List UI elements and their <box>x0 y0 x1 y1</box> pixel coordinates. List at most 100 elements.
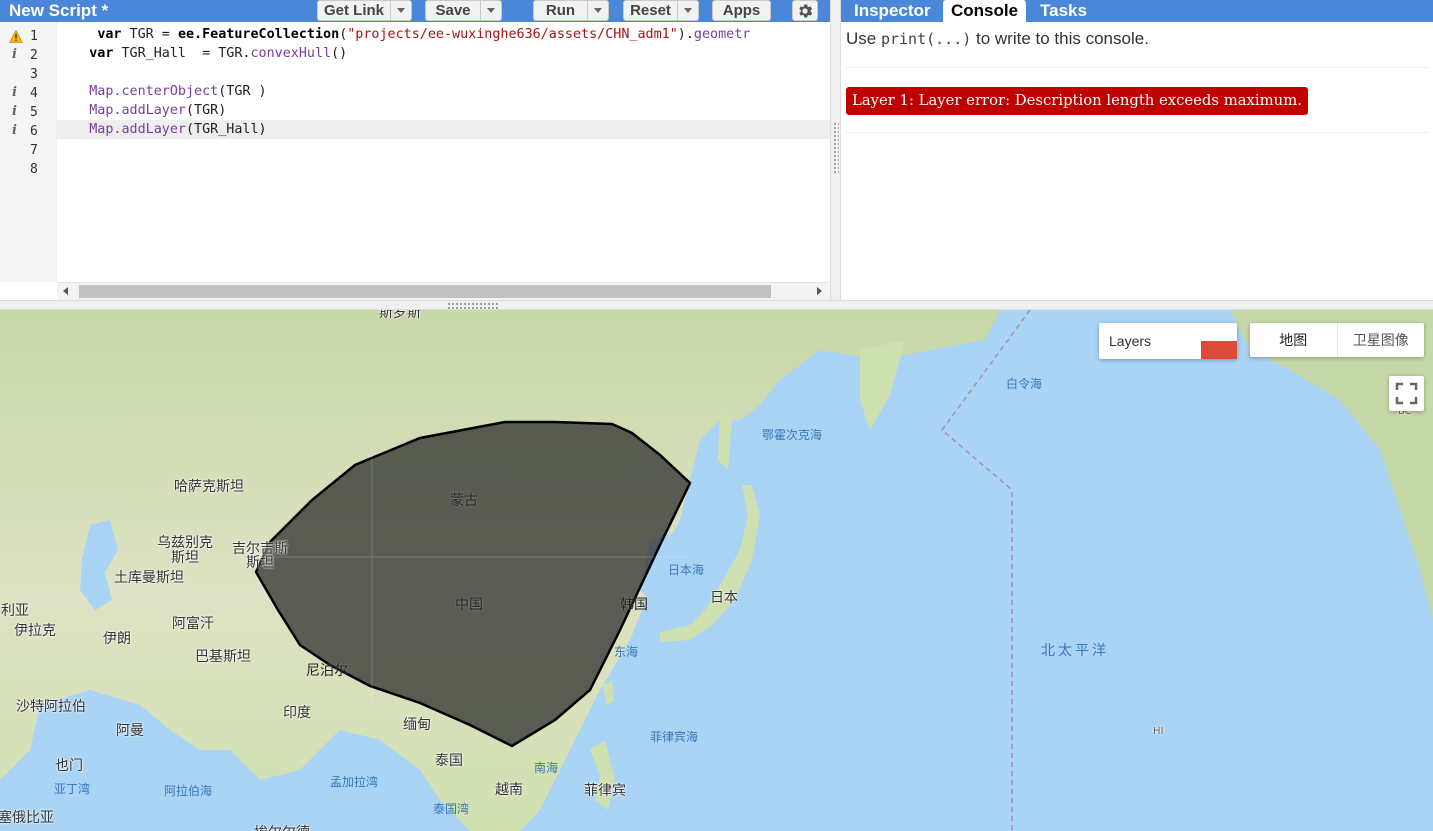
code-line[interactable] <box>57 63 830 82</box>
layers-label: Layers <box>1109 333 1152 349</box>
code-token: TGR = <box>121 27 178 42</box>
chevron-down-icon <box>684 8 692 13</box>
map-label-pakistan: 巴基斯坦 <box>195 649 251 665</box>
map-label-north-pacific: 北太平洋 <box>1041 643 1109 659</box>
scroll-right-icon[interactable] <box>817 287 822 295</box>
scrollbar-thumb[interactable] <box>79 285 771 298</box>
code-line[interactable]: Map.addLayer(TGR_Hall) <box>57 120 830 139</box>
gutter-line: 8 <box>0 160 56 179</box>
map-background <box>0 310 1433 831</box>
reset-button[interactable]: Reset <box>623 0 699 21</box>
gutter-line: 3 <box>0 65 56 84</box>
code-token: ). <box>677 27 694 42</box>
get-link-label: Get Link <box>323 2 384 19</box>
layers-control[interactable]: Layers <box>1099 323 1237 359</box>
fullscreen-icon <box>1395 382 1418 405</box>
map-label-sea-of-okhotsk: 鄂霍次克海 <box>762 428 823 442</box>
apps-button[interactable]: Apps <box>712 0 771 21</box>
apps-label: Apps <box>722 2 761 19</box>
splitter-grip-icon <box>833 122 839 174</box>
tab-inspector[interactable]: Inspector <box>846 0 939 22</box>
map-type-control: 地图 卫星图像 <box>1250 323 1424 357</box>
code-line[interactable]: Map.centerObject(TGR ) <box>57 82 830 101</box>
chevron-down-icon <box>594 8 602 13</box>
line-number: 8 <box>30 162 38 177</box>
line-number: 2 <box>30 48 38 63</box>
map-label-kazakhstan: 哈萨克斯坦 <box>174 479 244 495</box>
code-token: "projects/ee-wuxinghe636/assets/CHN_adm1… <box>347 27 678 42</box>
map-label-gulf-of-aden: 亚丁湾 <box>54 782 91 796</box>
gutter-line: i5 <box>0 103 56 122</box>
code-editor[interactable]: 1i23i4i5i678 var TGR = ee.FeatureCollect… <box>0 22 830 300</box>
info-icon[interactable]: i <box>12 123 17 138</box>
code-area[interactable]: var TGR = ee.FeatureCollection("projects… <box>57 22 830 282</box>
info-icon[interactable]: i <box>12 104 17 119</box>
map-label-ethiopia: 塞俄比亚 <box>0 810 54 826</box>
code-line[interactable]: var TGR = ee.FeatureCollection("projects… <box>57 25 830 44</box>
save-dropdown[interactable] <box>480 1 501 20</box>
reset-dropdown[interactable] <box>677 1 698 20</box>
get-link-button[interactable]: Get Link <box>317 0 412 21</box>
run-button[interactable]: Run <box>533 0 609 21</box>
code-token: (TGR_Hall) <box>186 122 267 137</box>
gutter-line: 1 <box>0 27 56 46</box>
console-hint: Use print(...) to write to this console. <box>846 29 1149 49</box>
code-token: Map.addLayer <box>89 122 186 137</box>
horizontal-scrollbar[interactable] <box>57 282 830 300</box>
console-error-message: Layer 1: Layer error: Description length… <box>846 87 1308 115</box>
code-line[interactable]: var TGR_Hall = TGR.convexHull() <box>57 44 830 63</box>
code-token: TGR_Hall = TGR. <box>113 46 251 61</box>
map-label-mongolia: 蒙古 <box>450 493 478 509</box>
chevron-down-icon <box>487 8 495 13</box>
map-type-satellite-button[interactable]: 卫星图像 <box>1336 323 1425 357</box>
code-line[interactable] <box>57 139 830 158</box>
vertical-splitter[interactable] <box>830 0 841 300</box>
info-icon[interactable]: i <box>12 85 17 100</box>
map-label-east-china-sea: 东海 <box>614 645 639 659</box>
tab-console[interactable]: Console <box>943 0 1027 22</box>
map-label-bay-of-bengal: 孟加拉湾 <box>330 775 379 789</box>
map-label-uzbekistan: 斯坦 <box>171 550 199 566</box>
map-label-philippines: 菲律宾 <box>584 783 626 799</box>
land-kamchatka <box>860 340 905 430</box>
map-label-japan: 日本 <box>710 590 738 606</box>
map-label-kyrgyzstan: 斯坦 <box>246 555 274 571</box>
code-token: () <box>331 46 348 61</box>
map-label-thailand: 泰国 <box>435 753 463 769</box>
map-label-afghanistan: 阿富汗 <box>172 616 214 632</box>
map-label-bering-sea: 白令海 <box>1006 377 1043 391</box>
code-line[interactable] <box>57 158 830 177</box>
info-icon[interactable]: i <box>12 47 17 62</box>
gutter-line: 7 <box>0 141 56 160</box>
tab-tasks[interactable]: Tasks <box>1032 0 1095 22</box>
run-dropdown[interactable] <box>587 1 608 20</box>
map-label-syria: 利亚 <box>1 603 29 619</box>
gear-icon <box>799 3 813 18</box>
code-token: (TGR ) <box>218 84 267 99</box>
line-number: 4 <box>30 86 38 101</box>
get-link-dropdown[interactable] <box>390 1 411 20</box>
code-line[interactable]: Map.addLayer(TGR) <box>57 101 830 120</box>
code-token: Map.addLayer <box>89 103 186 118</box>
console-panel: Use print(...) to write to this console.… <box>841 22 1433 300</box>
map-label-iran: 伊朗 <box>103 631 131 647</box>
map-type-roadmap-button[interactable]: 地图 <box>1250 323 1337 357</box>
scroll-left-icon[interactable] <box>63 287 68 295</box>
horizontal-splitter[interactable] <box>0 300 1433 310</box>
fullscreen-button[interactable] <box>1389 376 1424 411</box>
run-label: Run <box>545 2 576 19</box>
line-number: 6 <box>30 124 38 139</box>
warning-icon[interactable] <box>9 30 23 43</box>
code-token: (TGR) <box>186 103 227 118</box>
gutter-line: i2 <box>0 46 56 65</box>
map-label-arabian-sea: 阿拉伯海 <box>164 784 213 798</box>
map-label-india: 印度 <box>283 705 311 721</box>
save-button[interactable]: Save <box>425 0 502 21</box>
code-token: var <box>97 27 122 42</box>
map-label-hawaii: HI <box>1153 726 1164 737</box>
splitter-grip-icon <box>447 302 499 309</box>
map-label-turkmenistan: 土库曼斯坦 <box>114 570 184 586</box>
console-divider <box>846 67 1428 68</box>
settings-button[interactable] <box>792 0 818 21</box>
map-canvas[interactable]: 斯罗斯 哈萨克斯坦 乌兹别克 斯坦 吉尔吉斯 斯坦 土库曼斯坦 利亚 伊拉克 伊… <box>0 310 1433 831</box>
